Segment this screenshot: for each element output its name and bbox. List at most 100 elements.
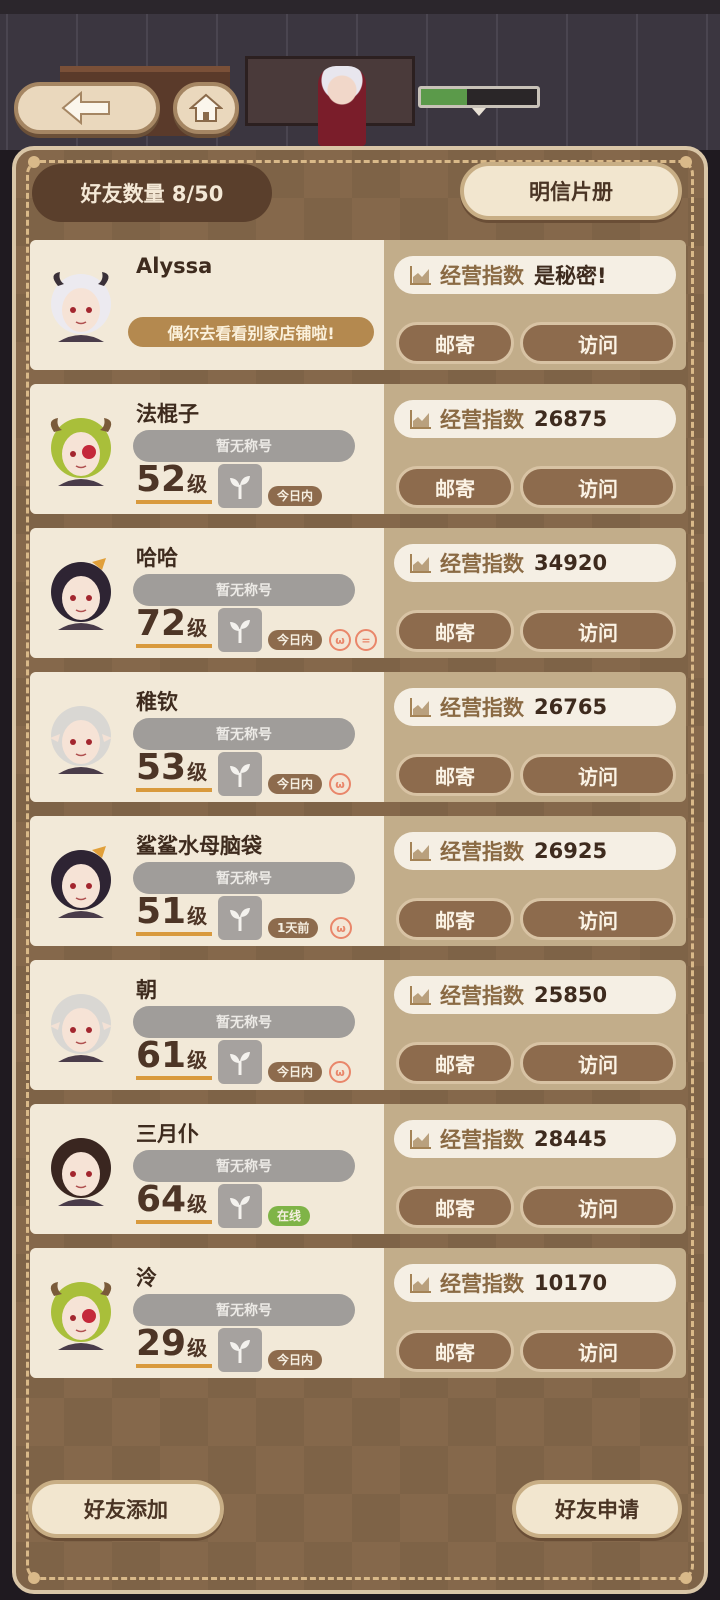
- friend-row: 哈哈 暂无称号 72级 今日内 ω = 经营指数 34920 邮寄 访问: [30, 528, 686, 658]
- sprout-icon: [218, 896, 262, 940]
- chart-area-icon: [410, 554, 431, 573]
- home-icon: [189, 93, 223, 122]
- friend-info-card: 鲨鲨水母脑袋 暂无称号 51级 1天前 ω: [30, 816, 384, 946]
- mail-button[interactable]: 邮寄: [396, 754, 514, 796]
- friend-info-card: 朝暂无称号 61级 今日内 ω: [30, 960, 384, 1090]
- mail-button[interactable]: 邮寄: [396, 898, 514, 940]
- visit-button[interactable]: 访问: [520, 1186, 676, 1228]
- business-index: 经营指数 28445: [394, 1120, 676, 1158]
- last-online-badge: 今日内: [268, 630, 323, 650]
- business-index-label: 经营指数: [440, 1128, 524, 1152]
- friend-requests-button[interactable]: 好友申请: [512, 1480, 682, 1538]
- green-hair-eyepatch-avatar[interactable]: [44, 1276, 118, 1350]
- visit-button[interactable]: 访问: [520, 322, 676, 364]
- level-number: 53: [136, 747, 187, 788]
- add-friend-button[interactable]: 好友添加: [28, 1480, 224, 1538]
- level-unit: 级: [187, 904, 208, 928]
- friend-title-badge: 暂无称号: [133, 574, 355, 606]
- level-unit: 级: [187, 1336, 208, 1360]
- business-index-value: 28445: [534, 1127, 608, 1151]
- business-index: 经营指数 是秘密!: [394, 256, 676, 294]
- friend-level: 61级: [136, 1036, 212, 1080]
- friend-name: Alyssa: [136, 254, 213, 278]
- chart-area-icon: [410, 266, 431, 285]
- silver-hair-elf-avatar[interactable]: [44, 988, 118, 1062]
- business-index-value: 26765: [534, 695, 608, 719]
- visit-button[interactable]: 访问: [520, 610, 676, 652]
- friend-count-label: 好友数量 8/50: [32, 164, 272, 222]
- visit-button[interactable]: 访问: [520, 466, 676, 508]
- business-index-value: 25850: [534, 983, 608, 1007]
- chart-area-icon: [410, 842, 431, 861]
- home-button[interactable]: [173, 82, 239, 134]
- level-unit: 级: [187, 1192, 208, 1216]
- visit-button[interactable]: 访问: [520, 1042, 676, 1084]
- friend-motto: 偶尔去看看别家店铺啦!: [128, 317, 374, 347]
- friend-title-badge: 暂无称号: [133, 862, 355, 894]
- visit-button[interactable]: 访问: [520, 754, 676, 796]
- friend-level: 72级: [136, 604, 212, 648]
- corner-stud: [680, 156, 692, 168]
- back-arrow-icon: [61, 91, 110, 125]
- chart-area-icon: [410, 410, 431, 429]
- mail-button[interactable]: 邮寄: [396, 1042, 514, 1084]
- business-index: 经营指数 26925: [394, 832, 676, 870]
- chart-area-icon: [410, 1274, 431, 1293]
- chart-area-icon: [410, 698, 431, 717]
- dark-hair-ribbon-avatar[interactable]: [44, 556, 118, 630]
- mail-button[interactable]: 邮寄: [396, 610, 514, 652]
- last-online-badge: 今日内: [268, 486, 323, 506]
- mail-button[interactable]: 邮寄: [396, 466, 514, 508]
- friend-info-card: 三月仆 暂无称号 64级 在线: [30, 1104, 384, 1234]
- brown-hair-boy-avatar[interactable]: [44, 1132, 118, 1206]
- level-number: 61: [136, 1035, 187, 1076]
- business-index-value: 34920: [534, 551, 608, 575]
- corner-stud: [28, 156, 40, 168]
- mail-button[interactable]: 邮寄: [396, 1330, 514, 1372]
- friend-info-card: 法棍子 暂无称号 52级 今日内: [30, 384, 384, 514]
- back-button[interactable]: [14, 82, 160, 134]
- green-hair-eyepatch-avatar[interactable]: [44, 412, 118, 486]
- business-index-value: 26925: [534, 839, 608, 863]
- silver-hair-elf-avatar[interactable]: [44, 700, 118, 774]
- business-index-value: 26875: [534, 407, 608, 431]
- sprout-icon: [218, 1328, 262, 1372]
- friend-name: 法棍子: [136, 402, 199, 426]
- sprout-icon: [218, 464, 262, 508]
- friend-name: 朝: [136, 978, 157, 1002]
- business-index-label: 经营指数: [440, 840, 524, 864]
- pig-face-icon: ω: [329, 629, 351, 651]
- friend-level: 53级: [136, 748, 212, 792]
- progress-pointer-icon: [472, 108, 486, 116]
- visit-button[interactable]: 访问: [520, 898, 676, 940]
- friend-level: 64级: [136, 1180, 212, 1224]
- friend-info-card: 稚钦 暂无称号 53级 今日内 ω: [30, 672, 384, 802]
- mail-button[interactable]: 邮寄: [396, 1186, 514, 1228]
- friend-title-badge: 暂无称号: [133, 1294, 355, 1326]
- corner-stud: [28, 1572, 40, 1584]
- friend-title-badge: 暂无称号: [133, 1150, 355, 1182]
- mail-button[interactable]: 邮寄: [396, 322, 514, 364]
- last-online-badge: 今日内: [268, 1350, 323, 1370]
- business-index: 经营指数 26765: [394, 688, 676, 726]
- level-unit: 级: [187, 616, 208, 640]
- pig-face-icon: ω: [329, 773, 351, 795]
- white-hair-horned-avatar[interactable]: [44, 268, 118, 342]
- friend-title-badge: 暂无称号: [133, 718, 355, 750]
- friend-row: 鲨鲨水母脑袋 暂无称号 51级 1天前 ω 经营指数 26925 邮寄 访问: [30, 816, 686, 946]
- friend-row: Alyssa 偶尔去看看别家店铺啦! 经营指数 是秘密! 邮寄 访问: [30, 240, 686, 370]
- friend-row: 稚钦 暂无称号 53级 今日内 ω 经营指数 26765 邮寄 访问: [30, 672, 686, 802]
- business-index: 经营指数 10170: [394, 1264, 676, 1302]
- postcard-album-button[interactable]: 明信片册: [460, 162, 682, 220]
- business-index-value: 是秘密!: [534, 264, 607, 288]
- business-index-label: 经营指数: [440, 552, 524, 576]
- friend-level: 29级: [136, 1324, 212, 1368]
- friends-panel: 好友数量 8/50 明信片册 Alyssa 偶尔去看看别家店铺啦! 经营指数 是秘密!…: [12, 146, 708, 1594]
- business-index-label: 经营指数: [440, 1272, 524, 1296]
- friend-info-card: 泠暂无称号 29级 今日内: [30, 1248, 384, 1378]
- friend-info-card: Alyssa 偶尔去看看别家店铺啦!: [30, 240, 384, 370]
- business-index-label: 经营指数: [440, 696, 524, 720]
- dark-hair-ribbon-avatar[interactable]: [44, 844, 118, 918]
- visit-button[interactable]: 访问: [520, 1330, 676, 1372]
- chart-area-icon: [410, 986, 431, 1005]
